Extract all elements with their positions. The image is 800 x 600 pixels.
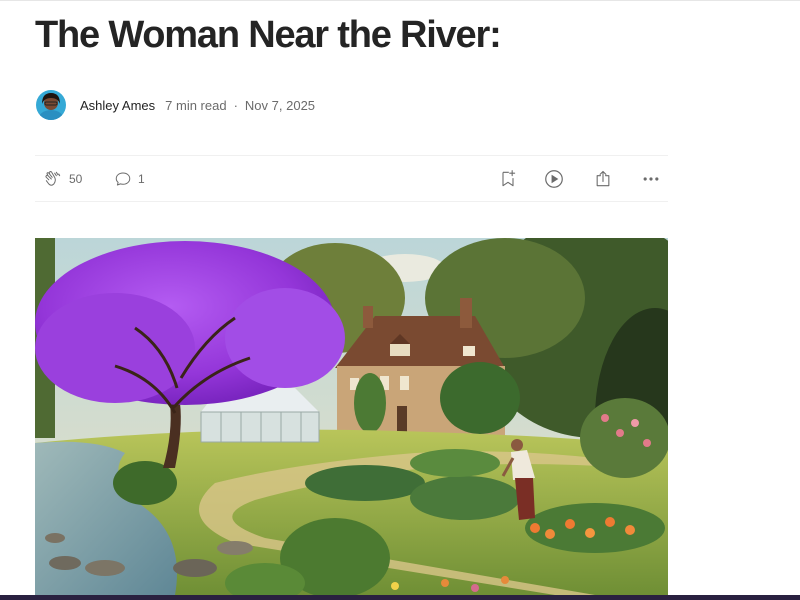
page-top-border xyxy=(0,0,800,1)
listen-button[interactable] xyxy=(543,156,565,201)
share-icon xyxy=(593,169,613,189)
response-icon xyxy=(114,170,132,188)
byline: Ashley Ames 7 min read · Nov 7, 2025 xyxy=(36,90,315,120)
clap-icon xyxy=(43,169,63,189)
hero-image xyxy=(35,238,668,595)
bottom-edge-bar xyxy=(0,595,800,600)
more-button[interactable] xyxy=(641,156,661,201)
read-time: 7 min read xyxy=(165,97,227,113)
clap-button[interactable]: 50 xyxy=(43,156,82,201)
more-icon xyxy=(641,169,661,189)
save-icon xyxy=(498,169,518,189)
save-button[interactable] xyxy=(498,156,518,201)
action-bar: 50 1 xyxy=(35,155,668,202)
author-name[interactable]: Ashley Ames xyxy=(80,98,155,113)
clap-count: 50 xyxy=(69,171,83,186)
avatar[interactable] xyxy=(36,90,66,120)
listen-icon xyxy=(543,168,565,190)
response-count: 1 xyxy=(138,171,145,186)
share-button[interactable] xyxy=(593,156,613,201)
meta-separator: · xyxy=(233,97,238,113)
publish-date: Nov 7, 2025 xyxy=(244,97,316,113)
responses-button[interactable]: 1 xyxy=(114,156,145,201)
article-title: The Woman Near the River: xyxy=(35,14,502,56)
